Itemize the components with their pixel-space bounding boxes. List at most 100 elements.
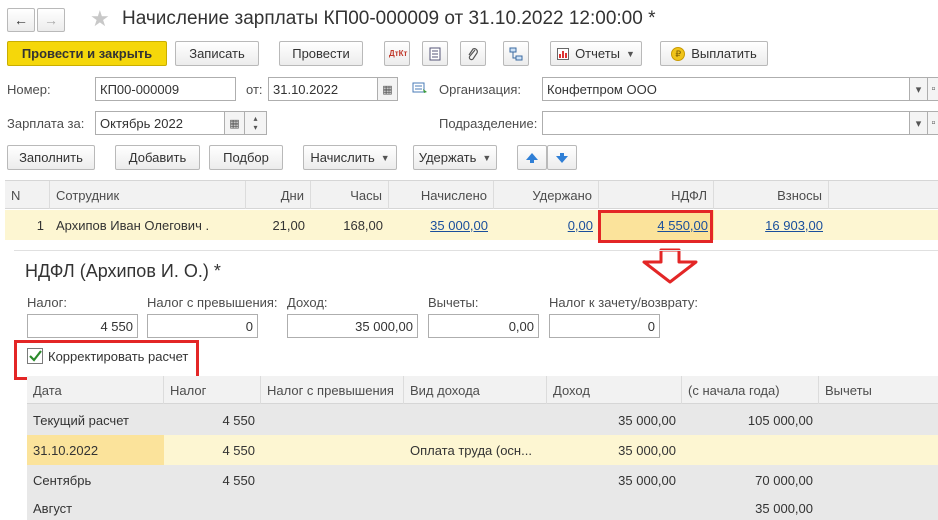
save-button[interactable]: Записать xyxy=(175,41,259,66)
table-row[interactable]: 31.10.2022 4 550 Оплата труда (осн... 35… xyxy=(27,435,938,465)
income-type-cell: Оплата труда (осн... xyxy=(410,442,532,458)
correct-calc-checkbox[interactable] xyxy=(27,348,43,364)
period-stepper[interactable]: ▴ ▾ xyxy=(245,111,267,135)
col-ytd[interactable]: (с начала года) xyxy=(682,376,819,404)
post-button[interactable]: Провести xyxy=(279,41,363,66)
detail-table: Дата Налог Налог с превышения Вид дохода… xyxy=(27,376,938,520)
pay-label: Выплатить xyxy=(691,46,757,61)
accrue-button[interactable]: Начислить ▼ xyxy=(303,145,397,170)
chevron-down-icon: ▼ xyxy=(380,152,390,163)
tax-cell xyxy=(164,493,261,520)
add-button[interactable]: Добавить xyxy=(115,145,200,170)
reports-icon xyxy=(557,47,570,60)
correct-calc-label[interactable]: Корректировать расчет xyxy=(48,349,188,364)
move-down-button[interactable] xyxy=(547,145,577,170)
col-income[interactable]: Доход xyxy=(547,376,682,404)
annotation-ndfl-box xyxy=(598,210,713,243)
organization-field[interactable]: Конфетпром ООО xyxy=(542,77,910,101)
income-field[interactable]: 35 000,00 xyxy=(287,314,418,338)
calendar-icon[interactable]: ▦ xyxy=(378,77,398,101)
table-row[interactable]: 1 Архипов Иван Олегович . 21,00 168,00 3… xyxy=(5,210,938,240)
col-income-type[interactable]: Вид дохода xyxy=(404,376,547,404)
department-open-icon[interactable]: ▫ xyxy=(928,111,938,135)
accrued-cell[interactable]: 35 000,00 xyxy=(389,210,494,240)
select-button[interactable]: Подбор xyxy=(209,145,283,170)
checkmark-icon xyxy=(29,350,42,362)
arrow-down-icon xyxy=(556,152,568,163)
col-contributions[interactable]: Взносы xyxy=(714,181,829,209)
contributions-cell[interactable]: 16 903,00 xyxy=(714,210,829,240)
deductions-cell xyxy=(819,465,938,495)
number-field[interactable]: КП00-000009 xyxy=(95,77,236,101)
col-excess-tax[interactable]: Налог с превышения xyxy=(261,376,404,404)
dtkt-icon[interactable]: ДтКт xyxy=(384,41,410,66)
col-ndfl[interactable]: НДФЛ xyxy=(599,181,714,209)
dtkt-icon-label: ДтКт xyxy=(389,48,408,58)
department-dropdown-icon[interactable]: ▾ xyxy=(910,111,928,135)
organization-dropdown-icon[interactable]: ▾ xyxy=(910,77,928,101)
date-cell: Текущий расчет xyxy=(33,412,129,428)
date-field[interactable]: 31.10.2022 xyxy=(268,77,378,101)
accrued-link[interactable]: 35 000,00 xyxy=(430,218,488,233)
col-deductions[interactable]: Вычеты xyxy=(819,376,938,404)
salary-period-field[interactable]: Октябрь 2022 xyxy=(95,111,225,135)
income-label: Доход: xyxy=(287,295,328,310)
income-cell: 35 000,00 xyxy=(618,412,676,428)
table-row[interactable]: Сентябрь 4 550 35 000,00 70 000,00 xyxy=(27,465,938,495)
document-list-icon[interactable] xyxy=(422,41,448,66)
date-cell: Август xyxy=(33,500,73,516)
col-date[interactable]: Дата xyxy=(27,376,164,404)
deductions-cell xyxy=(819,493,938,520)
structure-icon[interactable] xyxy=(503,41,529,66)
deductions-label: Вычеты: xyxy=(428,295,479,310)
fill-button[interactable]: Заполнить xyxy=(7,145,95,170)
tax-cell: 4 550 xyxy=(222,412,255,428)
excess-tax-field[interactable]: 0 xyxy=(147,314,258,338)
document-status-icon[interactable] xyxy=(412,81,428,95)
col-withheld[interactable]: Удержано xyxy=(494,181,599,209)
back-button[interactable]: ← xyxy=(7,8,35,32)
days-cell: 21,00 xyxy=(272,217,305,233)
tax-field[interactable]: 4 550 xyxy=(27,314,138,338)
main-table-header: N Сотрудник Дни Часы Начислено Удержано … xyxy=(5,181,938,209)
forward-button[interactable]: → xyxy=(37,8,65,32)
offset-tax-field[interactable]: 0 xyxy=(549,314,660,338)
col-days[interactable]: Дни xyxy=(246,181,311,209)
col-employee[interactable]: Сотрудник xyxy=(50,181,246,209)
withheld-link[interactable]: 0,00 xyxy=(568,218,593,233)
excess-tax-cell xyxy=(261,493,404,520)
withhold-button[interactable]: Удержать ▼ xyxy=(413,145,497,170)
organization-open-icon[interactable]: ▫ xyxy=(928,77,938,101)
income-cell: 35 000,00 xyxy=(618,472,676,488)
reports-button[interactable]: Отчеты ▼ xyxy=(550,41,642,66)
income-cell xyxy=(547,493,682,520)
period-calendar-icon[interactable]: ▦ xyxy=(225,111,245,135)
deductions-cell xyxy=(819,405,938,435)
row-number: 1 xyxy=(36,217,44,233)
window-title: Начисление зарплаты КП00-000009 от 31.10… xyxy=(122,8,656,29)
table-row[interactable]: Текущий расчет 4 550 35 000,00 105 000,0… xyxy=(27,405,938,435)
pay-button[interactable]: ₽ Выплатить xyxy=(660,41,768,66)
contributions-link[interactable]: 16 903,00 xyxy=(765,218,823,233)
arrow-up-icon xyxy=(526,152,538,163)
col-accrued[interactable]: Начислено xyxy=(389,181,494,209)
post-and-close-button[interactable]: Провести и закрыть xyxy=(7,41,167,66)
paperclip-icon[interactable] xyxy=(460,41,486,66)
employee-cell: Архипов Иван Олегович . xyxy=(56,217,210,233)
move-up-button[interactable] xyxy=(517,145,547,170)
tax-cell: 4 550 xyxy=(222,472,255,488)
col-hours[interactable]: Часы xyxy=(311,181,389,209)
col-n[interactable]: N xyxy=(5,181,50,209)
favorite-star-icon[interactable]: ★ xyxy=(90,6,110,32)
income-type-cell xyxy=(404,405,547,435)
main-table: N Сотрудник Дни Часы Начислено Удержано … xyxy=(5,180,938,242)
table-row[interactable]: Август 35 000,00 xyxy=(27,493,938,520)
department-field[interactable] xyxy=(542,111,910,135)
ytd-cell: 105 000,00 xyxy=(747,412,813,428)
deductions-cell xyxy=(819,435,938,465)
withheld-cell[interactable]: 0,00 xyxy=(494,210,599,240)
chevron-down-icon: ▼ xyxy=(626,48,635,59)
income-type-cell xyxy=(404,465,547,495)
col-tax[interactable]: Налог xyxy=(164,376,261,404)
deductions-field[interactable]: 0,00 xyxy=(428,314,539,338)
